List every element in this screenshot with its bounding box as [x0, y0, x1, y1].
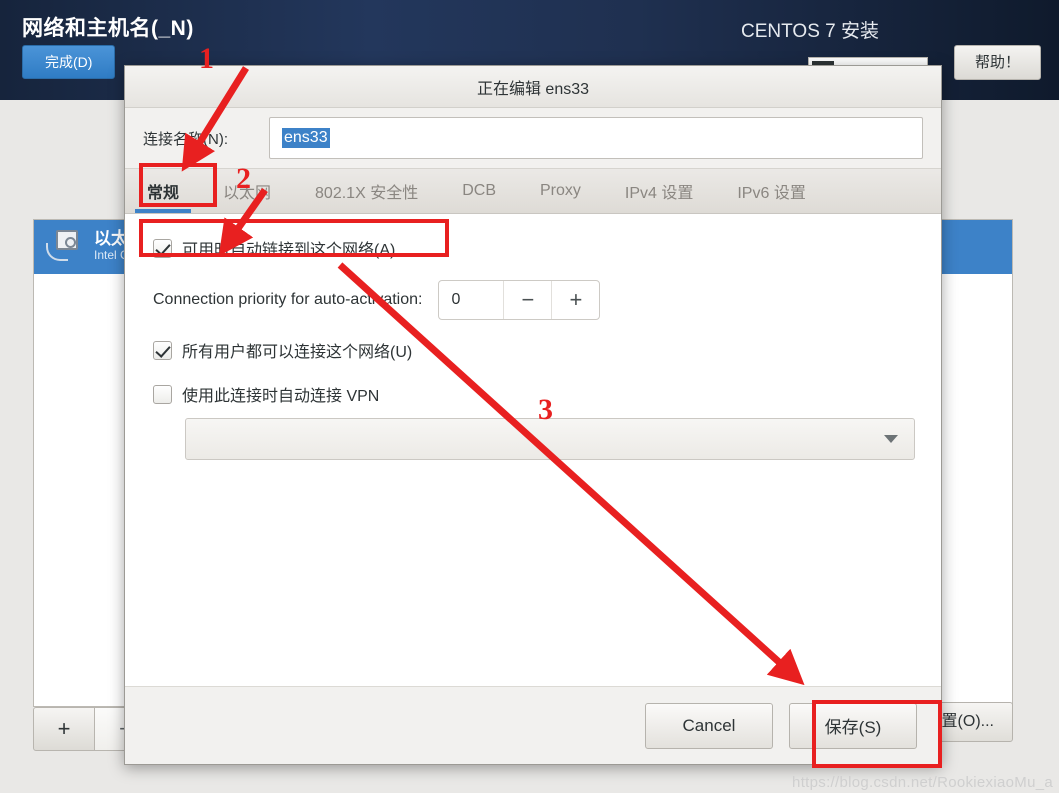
priority-value[interactable]: 0 — [439, 281, 503, 319]
all-users-checkbox[interactable] — [153, 340, 172, 360]
tab-8021x-security[interactable]: 802.1X 安全性 — [293, 169, 440, 213]
page-title: 网络和主机名(_N) — [22, 17, 194, 40]
annotation-marker-2: 2 — [236, 162, 251, 195]
connection-priority-label: Connection priority for auto-activation: — [153, 291, 423, 308]
priority-increment-button[interactable]: + — [551, 281, 599, 319]
connection-name-row: 连接名称(N): ens33 — [125, 108, 941, 168]
all-users-row[interactable]: 所有用户都可以连接这个网络(U) — [153, 338, 913, 362]
cancel-button[interactable]: Cancel — [645, 702, 773, 749]
connection-name-input[interactable]: ens33 — [269, 117, 923, 159]
vpn-autoconnect-label: 使用此连接时自动连接 VPN — [182, 388, 380, 405]
annotation-marker-1: 1 — [199, 42, 214, 75]
tab-proxy[interactable]: Proxy — [518, 169, 603, 213]
screen: 以太网 Intel C + − 置(O)... 主机名（H） localhost… — [0, 0, 1059, 793]
connection-name-value: ens33 — [282, 128, 330, 148]
autoconnect-label: 可用时自动链接到这个网络(A) — [182, 242, 396, 259]
connection-priority-stepper[interactable]: 0 − + — [438, 280, 601, 320]
help-button[interactable]: 帮助！ — [953, 45, 1041, 80]
add-device-button[interactable]: + — [33, 707, 95, 751]
vpn-autoconnect-row[interactable]: 使用此连接时自动连接 VPN — [153, 382, 913, 406]
dialog-footer: Cancel 保存(S) — [125, 686, 941, 764]
done-button[interactable]: 完成(D) — [22, 45, 116, 79]
tab-ipv4-settings[interactable]: IPv4 设置 — [603, 169, 715, 213]
connection-priority-row: Connection priority for auto-activation:… — [153, 280, 913, 320]
tab-dcb[interactable]: DCB — [440, 169, 518, 213]
tab-general[interactable]: 常规 — [125, 169, 201, 213]
annotation-marker-3: 3 — [538, 393, 553, 426]
dialog-content-general: 可用时自动链接到这个网络(A) Connection priority for … — [125, 214, 941, 686]
dialog-titlebar: 正在编辑 ens33 — [125, 66, 941, 108]
tab-ipv6-settings[interactable]: IPv6 设置 — [715, 169, 827, 213]
dialog-title: 正在编辑 ens33 — [476, 80, 590, 98]
autoconnect-row[interactable]: 可用时自动链接到这个网络(A) — [153, 236, 913, 260]
all-users-label: 所有用户都可以连接这个网络(U) — [182, 344, 413, 361]
watermark: https://blog.csdn.net/RookiexiaoMu_a — [792, 774, 1053, 791]
save-button[interactable]: 保存(S) — [789, 702, 917, 749]
ethernet-icon — [46, 230, 84, 264]
priority-decrement-button[interactable]: − — [503, 281, 551, 319]
product-title: CENTOS 7 安装 — [741, 21, 879, 42]
connection-name-label: 连接名称(N): — [143, 130, 228, 148]
chevron-down-icon — [884, 435, 898, 443]
vpn-autoconnect-checkbox[interactable] — [153, 384, 172, 404]
autoconnect-checkbox[interactable] — [153, 238, 172, 258]
